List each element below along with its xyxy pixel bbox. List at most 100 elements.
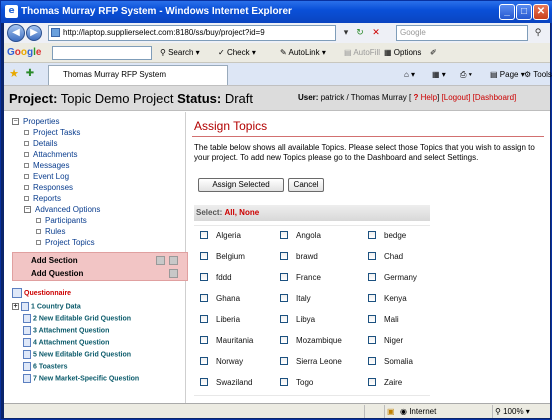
topic-checkbox-row[interactable]: Togo	[280, 374, 313, 392]
tree-advanced-options[interactable]: − Advanced Options	[24, 205, 100, 215]
topic-checkbox[interactable]	[368, 251, 376, 260]
topic-checkbox-row[interactable]: Italy	[280, 290, 311, 308]
topic-checkbox-row[interactable]: Swaziland	[200, 374, 252, 392]
topic-checkbox[interactable]	[368, 377, 376, 386]
google-search-input[interactable]	[52, 46, 152, 60]
topic-checkbox[interactable]	[280, 251, 288, 260]
topic-checkbox-row[interactable]: Niger	[368, 332, 403, 350]
sidebar-item-reports[interactable]: Reports	[24, 194, 61, 204]
topic-checkbox[interactable]	[200, 356, 208, 365]
topic-checkbox[interactable]	[280, 230, 288, 239]
question-item[interactable]: +1 Country Data	[12, 302, 81, 312]
topic-checkbox-row[interactable]: Mozambique	[280, 332, 342, 350]
topic-checkbox[interactable]	[368, 314, 376, 323]
home-icon[interactable]: ⌂ ▾	[404, 70, 415, 79]
topic-checkbox-row[interactable]: brawd	[280, 248, 318, 266]
topic-checkbox[interactable]	[200, 230, 208, 239]
sidebar-item-participants[interactable]: Participants	[36, 216, 87, 226]
topic-checkbox[interactable]	[200, 314, 208, 323]
topic-checkbox-row[interactable]: France	[280, 269, 321, 287]
stop-icon[interactable]: ✕	[370, 27, 382, 39]
topic-checkbox-row[interactable]: Liberia	[200, 311, 240, 329]
topic-checkbox[interactable]	[200, 251, 208, 260]
tab-current[interactable]: Thomas Murray RFP System	[48, 65, 228, 85]
help-icon[interactable]: ?	[413, 93, 418, 102]
topic-checkbox-row[interactable]: Kenya	[368, 290, 407, 308]
topic-checkbox-row[interactable]: Chad	[368, 248, 403, 266]
forward-button[interactable]: ▶	[26, 25, 42, 41]
topic-checkbox-row[interactable]: Somalia	[368, 353, 413, 371]
topic-checkbox[interactable]	[368, 356, 376, 365]
topic-checkbox-row[interactable]: Angola	[280, 227, 321, 245]
topic-checkbox-row[interactable]: Belgium	[200, 248, 245, 266]
topic-checkbox-row[interactable]: Mali	[368, 311, 399, 329]
logout-link[interactable]: [Logout]	[442, 93, 471, 102]
collapse-icon[interactable]: −	[24, 206, 31, 214]
dropdown-arrow-icon[interactable]: ▾	[340, 27, 352, 39]
topic-checkbox-row[interactable]: fddd	[200, 269, 232, 287]
topic-checkbox-row[interactable]: Norway	[200, 353, 243, 371]
collapse-icon[interactable]: −	[12, 118, 19, 126]
topic-checkbox[interactable]	[280, 293, 288, 302]
search-icon[interactable]: ⚲	[532, 27, 544, 39]
expand-icon[interactable]: +	[12, 303, 19, 310]
sidebar-item-project-tasks[interactable]: Project Tasks	[24, 128, 80, 138]
select-all-link[interactable]: All	[224, 208, 234, 217]
pencil-icon[interactable]: ✐	[430, 48, 437, 57]
question-item[interactable]: 5 New Editable Grid Question	[23, 350, 131, 360]
google-search-button[interactable]: ⚲ Search ▾	[160, 48, 200, 57]
zoom-level[interactable]: ⚲ 100% ▾	[495, 407, 530, 416]
print-icon[interactable]: ⎙ ▾	[460, 70, 472, 80]
check-button[interactable]: ✓ Check ▾	[218, 48, 256, 57]
question-item[interactable]: 3 Attachment Question	[23, 326, 109, 336]
topic-checkbox[interactable]	[200, 377, 208, 386]
questionnaire-root[interactable]: Questionnaire	[12, 288, 71, 298]
question-item[interactable]: 6 Toasters	[23, 362, 68, 372]
topic-checkbox[interactable]	[368, 230, 376, 239]
question-item[interactable]: 2 New Editable Grid Question	[23, 314, 131, 324]
topic-checkbox-row[interactable]: Zaire	[368, 374, 402, 392]
sidebar-item-attachments[interactable]: Attachments	[24, 150, 77, 160]
topic-checkbox[interactable]	[280, 314, 288, 323]
topic-checkbox-row[interactable]: Ghana	[200, 290, 240, 308]
refresh-icon[interactable]: ↻	[354, 27, 366, 39]
sidebar-item-messages[interactable]: Messages	[24, 161, 69, 171]
sidebar-item-project-topics[interactable]: Project Topics	[36, 238, 95, 248]
help-link[interactable]: Help	[421, 93, 437, 102]
add-favorites-icon[interactable]: ✚	[24, 68, 36, 80]
sidebar-item-responses[interactable]: Responses	[24, 183, 73, 193]
close-button[interactable]: ✕	[533, 4, 549, 20]
tools-menu[interactable]: ⚙ Tools	[524, 70, 552, 79]
select-none-link[interactable]: None	[239, 208, 259, 217]
favorites-star-icon[interactable]: ★	[8, 68, 20, 80]
add-section-link[interactable]: Add Section	[31, 256, 78, 265]
expand-all-icon[interactable]	[169, 256, 178, 265]
topic-checkbox-row[interactable]: Sierra Leone	[280, 353, 342, 371]
topic-checkbox[interactable]	[280, 356, 288, 365]
topic-checkbox-row[interactable]: Mauritania	[200, 332, 253, 350]
topic-checkbox-row[interactable]: Libya	[280, 311, 315, 329]
topic-checkbox[interactable]	[368, 272, 376, 281]
options-button[interactable]: ▦ Options	[384, 48, 421, 57]
assign-selected-button[interactable]: Assign Selected	[198, 178, 284, 192]
question-item[interactable]: 4 Attachment Question	[23, 338, 109, 348]
feeds-icon[interactable]: ▦ ▾	[432, 70, 446, 79]
collapse-all-icon[interactable]	[156, 256, 165, 265]
sidebar-item-details[interactable]: Details	[24, 139, 57, 149]
page-menu[interactable]: ▤ Page ▾	[490, 70, 525, 79]
cancel-button[interactable]: Cancel	[288, 178, 324, 192]
topic-checkbox-row[interactable]: Algeria	[200, 227, 241, 245]
topic-checkbox[interactable]	[280, 377, 288, 386]
topic-checkbox[interactable]	[368, 293, 376, 302]
sidebar-item-event-log[interactable]: Event Log	[24, 172, 69, 182]
move-icon[interactable]	[169, 269, 178, 278]
maximize-button[interactable]: □	[516, 4, 532, 20]
tree-properties[interactable]: − Properties	[12, 117, 59, 127]
dashboard-link[interactable]: [Dashboard]	[473, 93, 517, 102]
add-question-link[interactable]: Add Question	[31, 269, 83, 278]
minimize-button[interactable]: _	[499, 4, 515, 20]
topic-checkbox[interactable]	[280, 272, 288, 281]
sidebar-item-rules[interactable]: Rules	[36, 227, 65, 237]
topic-checkbox-row[interactable]: bedge	[368, 227, 406, 245]
topic-checkbox-row[interactable]: Germany	[368, 269, 417, 287]
